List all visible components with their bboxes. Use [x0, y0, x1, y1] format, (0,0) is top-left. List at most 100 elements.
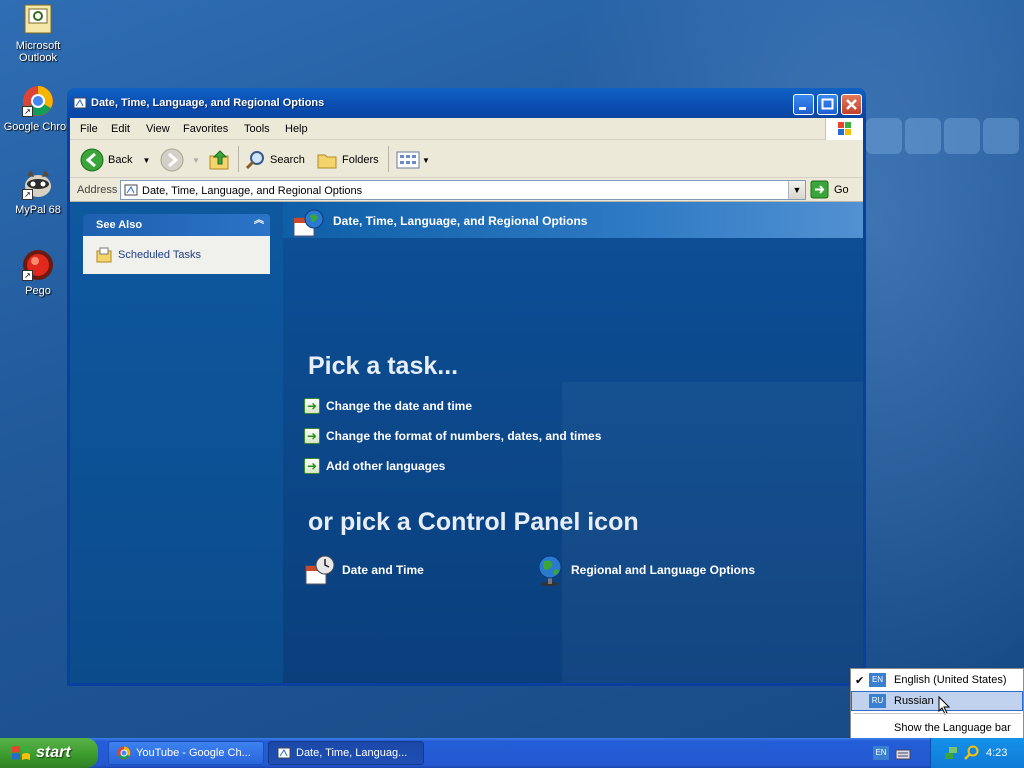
task-label: Change the format of numbers, dates, and… — [326, 429, 602, 443]
menu-help[interactable]: Help — [285, 123, 308, 135]
close-button[interactable] — [841, 94, 862, 115]
menu-separator — [853, 713, 1021, 714]
keyboard-icon[interactable] — [895, 747, 911, 761]
address-dropdown-icon[interactable]: ▼ — [788, 181, 805, 199]
folders-label: Folders — [342, 154, 379, 166]
address-value: Date, Time, Language, and Regional Optio… — [142, 185, 363, 197]
show-language-bar-item[interactable]: Show the Language bar — [851, 718, 1023, 738]
check-icon: ✔ — [855, 674, 865, 687]
task-label: Change the date and time — [326, 399, 473, 413]
taskbar: start YouTube - Google Ch... Date, Time,… — [0, 738, 1024, 768]
task-arrow-icon: ➜ — [304, 428, 320, 444]
see-also-scheduled-tasks[interactable]: Scheduled Tasks — [96, 247, 201, 263]
date-time-icon — [305, 555, 335, 585]
views-grid-icon — [396, 151, 420, 169]
taskbar-button-label: YouTube - Google Ch... — [136, 747, 251, 759]
start-label: start — [36, 744, 71, 761]
search-button[interactable]: Search — [244, 148, 305, 172]
language-item-english[interactable]: ✔ EN English (United States) — [851, 670, 1023, 690]
forward-dropdown-icon: ▼ — [192, 155, 200, 165]
network-icon[interactable] — [943, 745, 959, 761]
see-also-header[interactable]: See Also ︽ — [83, 214, 270, 236]
menu-bar: File Edit View Favorites Tools Help — [70, 118, 863, 140]
maximize-button[interactable] — [817, 94, 838, 115]
task-label: Add other languages — [326, 459, 446, 473]
pego-icon: ↗ — [22, 249, 54, 281]
back-dropdown-icon[interactable]: ▼ — [142, 156, 150, 165]
cp-icon-regional-language[interactable]: Regional and Language Options — [535, 554, 755, 586]
category-title: Date, Time, Language, and Regional Optio… — [333, 214, 588, 228]
background-tile — [983, 118, 1019, 154]
collapse-chevron-icon[interactable]: ︽ — [254, 216, 264, 226]
menu-favorites[interactable]: Favorites — [183, 123, 228, 135]
globe-icon — [538, 555, 562, 586]
window-titlebar[interactable]: Date, Time, Language, and Regional Optio… — [67, 88, 866, 118]
minimize-button[interactable] — [793, 94, 814, 115]
scheduled-tasks-label: Scheduled Tasks — [118, 249, 201, 261]
taskbar-button-label: Date, Time, Languag... — [296, 747, 408, 759]
back-label: Back — [108, 154, 133, 166]
windows-flag-icon — [12, 746, 30, 760]
task-pane: See Also ︽ Scheduled Tasks — [70, 202, 283, 683]
go-arrow-icon — [810, 180, 829, 199]
search-tray-icon[interactable] — [963, 745, 979, 761]
desktop-icon-label: MyPal 68 — [15, 204, 61, 216]
clock[interactable]: 4:23 — [986, 747, 1007, 759]
language-menu: ✔ EN English (United States) RU Russian … — [850, 668, 1024, 739]
folder-icon — [317, 154, 337, 169]
address-field[interactable]: Date, Time, Language, and Regional Optio… — [120, 180, 806, 200]
desktop-icon-label: Pego — [25, 285, 51, 297]
mypal-icon: ↗ — [22, 168, 54, 200]
menu-view[interactable]: View — [146, 123, 170, 135]
shortcut-arrow-icon: ↗ — [22, 106, 33, 117]
menu-tools[interactable]: Tools — [244, 123, 270, 135]
language-item-russian[interactable]: RU Russian — [851, 691, 1023, 715]
chrome-icon — [117, 746, 131, 760]
views-dropdown-icon[interactable]: ▼ — [422, 156, 430, 165]
cp-icon-date-time[interactable]: Date and Time — [304, 554, 424, 586]
menu-edit[interactable]: Edit — [111, 123, 130, 135]
task-add-languages[interactable]: ➜ Add other languages — [304, 458, 445, 474]
control-panel-window: Date, Time, Language, and Regional Optio… — [67, 88, 866, 686]
show-language-bar-label: Show the Language bar — [894, 722, 1011, 734]
folders-button[interactable]: Folders — [316, 148, 379, 172]
maximize-icon — [821, 98, 834, 110]
outlook-icon — [22, 4, 54, 36]
up-folder-icon — [209, 150, 229, 170]
desktop-icon-mypal[interactable]: ↗ MyPal 68 — [0, 168, 76, 216]
desktop-icon-outlook[interactable]: Microsoft Outlook — [0, 4, 76, 64]
search-icon — [245, 151, 264, 170]
address-label: Address — [77, 184, 118, 196]
task-arrow-icon: ➜ — [304, 458, 320, 474]
background-tile — [944, 118, 980, 154]
language-code-badge: RU — [869, 694, 886, 708]
close-icon — [846, 99, 857, 110]
back-arrow-icon — [80, 148, 104, 172]
language-label: Russian — [894, 695, 934, 707]
chrome-icon: ↗ — [22, 85, 54, 117]
task-change-format[interactable]: ➜ Change the format of numbers, dates, a… — [304, 428, 601, 444]
toolbar-separator — [238, 146, 239, 172]
forward-button[interactable]: ▼ — [160, 148, 200, 172]
desktop-icon-label: Google Chron — [3, 121, 73, 133]
up-folder-button[interactable] — [208, 148, 232, 172]
go-button[interactable]: Go — [810, 180, 849, 199]
control-panel-icon — [277, 747, 291, 759]
task-arrow-icon: ➜ — [304, 398, 320, 414]
minimize-icon — [799, 107, 806, 110]
taskbar-button-youtube-chrome[interactable]: YouTube - Google Ch... — [108, 741, 264, 765]
menu-file[interactable]: File — [80, 123, 98, 135]
taskbar-button-date-time[interactable]: Date, Time, Languag... — [268, 741, 424, 765]
go-label: Go — [834, 183, 849, 196]
task-change-date-time[interactable]: ➜ Change the date and time — [304, 398, 472, 414]
start-button[interactable]: start — [0, 738, 98, 768]
views-button[interactable]: ▼ — [396, 148, 430, 172]
category-header: Date, Time, Language, and Regional Optio… — [283, 202, 863, 238]
cp-icon-label: Date and Time — [342, 563, 424, 577]
language-indicator[interactable]: EN — [873, 746, 889, 760]
see-also-title: See Also — [96, 219, 143, 231]
back-button[interactable]: Back ▼ — [80, 148, 150, 172]
desktop-icon-chrome[interactable]: ↗ Google Chron — [0, 85, 76, 133]
see-also-panel: Scheduled Tasks — [83, 236, 270, 274]
desktop-icon-pego[interactable]: ↗ Pego — [0, 249, 76, 297]
